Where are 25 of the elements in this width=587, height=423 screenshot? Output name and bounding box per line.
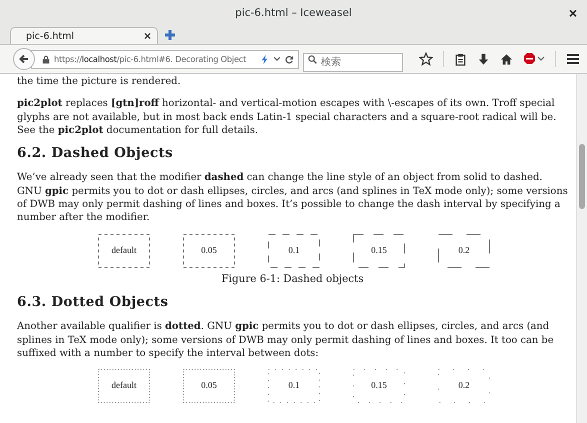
tab-close-button[interactable]: ×: [144, 30, 151, 42]
paragraph: pic2plot replaces [gtn]roff horizontal- and vertical-motion escapes with \-escapes of its own. Troff special glyphs are not available, but in most back ends Latin-1 special characters and a square-root radical will be. See the pic2plot documentation for full details.: [17, 97, 558, 138]
box-label: 0.15: [370, 380, 388, 392]
close-button[interactable]: ×: [566, 5, 579, 21]
box-label: 0.2: [457, 244, 471, 256]
section-heading: 6.3. Dotted Objects: [17, 296, 170, 310]
paragraph: Another available qualifier is dotted. GNU gpic permits you to dot or dash ellipses, circles, and arcs (and splines in TeX mode only); some versions of DWB may only permit dashing of lines and boxes. It too can be suffixed with a number to specify the interval between dots:: [17, 320, 555, 360]
box-label: 0.05: [200, 380, 218, 392]
paragraph: We’ve already seen that the modifier dashed can change the line style of an object from solid to dashed. GNU gpic permits you to dot or dash ellipses, circles, and arcs (and splines in TeX mode only); some versions of DWB may only permit dashing of lines and boxes. It’s possible to change the dash interval by specifying a number after the modifier.: [17, 171, 568, 225]
window-title: pic-6.html – Iceweasel: [235, 7, 352, 19]
url-text: https://localhost/pic-6.html#6. Decorating Object: [54, 54, 248, 64]
search-field[interactable]: 検索: [303, 52, 403, 72]
box-label: 0.15: [370, 244, 388, 256]
paragraph: the time the picture is rendered.: [17, 75, 182, 88]
box-label: 0.1: [287, 380, 301, 392]
box-label: 0.05: [200, 244, 218, 256]
box-label: default: [110, 244, 138, 256]
tab-title: pic-6.html: [26, 30, 74, 42]
box-label: 0.2: [457, 380, 471, 392]
box-label: 0.1: [287, 244, 301, 256]
address-bar[interactable]: https://localhost/pic-6.html#6. Decorating Object: [31, 50, 299, 68]
box-label: default: [110, 380, 138, 392]
browser-tab[interactable]: pic-6.html ×: [10, 27, 158, 44]
figure-caption: Figure 6-1: Dashed objects: [220, 272, 365, 286]
section-heading: 6.2. Dashed Objects: [17, 147, 174, 160]
